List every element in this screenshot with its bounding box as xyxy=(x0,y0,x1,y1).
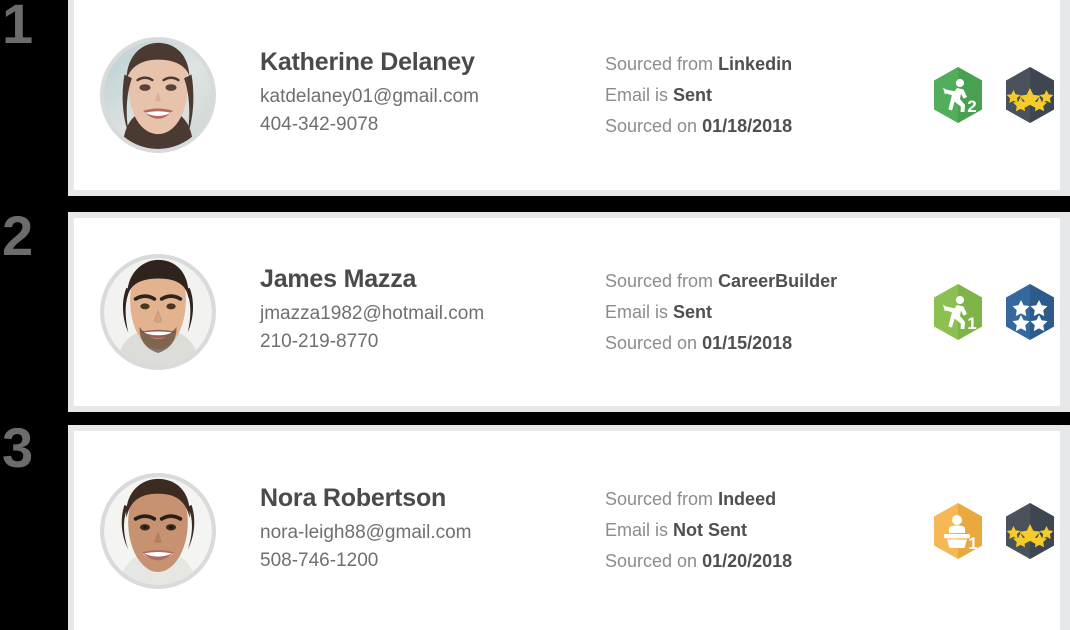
sourced-from-label: Sourced from xyxy=(605,53,714,74)
candidate-phone[interactable]: 404-342-9078 xyxy=(260,114,605,136)
running-person-hex-badge[interactable]: 1 xyxy=(927,281,989,343)
sourced-from-line: Sourced from Linkedin xyxy=(605,54,905,75)
badges: 2 xyxy=(927,64,1061,126)
email-status-line: Email is Sent xyxy=(605,85,905,106)
avatar-photo-nora-robertson xyxy=(104,476,212,585)
sourced-on-value: 01/20/2018 xyxy=(702,551,793,571)
candidate-name: Katherine Delaney xyxy=(260,48,475,76)
badge-count: 2 xyxy=(967,97,976,116)
sourced-from-value: CareerBuilder xyxy=(718,270,838,291)
avatar[interactable] xyxy=(100,472,216,589)
sourced-from-label: Sourced from xyxy=(605,270,714,291)
email-status-label: Email is xyxy=(605,520,669,540)
rank-number-1: 1 xyxy=(2,0,33,55)
rank-gutter: 1 2 3 xyxy=(0,0,68,630)
running-person-hex-badge[interactable]: 2 xyxy=(927,64,989,126)
email-status-label: Email is xyxy=(605,301,669,322)
sourced-on-value: 01/15/2018 xyxy=(702,332,793,353)
sourced-from-value: Indeed xyxy=(718,489,777,509)
five-star-hex-badge[interactable] xyxy=(999,500,1061,562)
sourcing-block: Sourced from CareerBuilder Email is Sent… xyxy=(605,271,905,354)
speaker-person-hex-badge[interactable]: 1 xyxy=(927,500,989,562)
five-star-hex-badge[interactable] xyxy=(999,64,1061,126)
candidate-email[interactable]: jmazza1982@hotmail.com xyxy=(260,303,605,325)
sourcing-block: Sourced from Indeed Email is Not Sent So… xyxy=(605,489,905,572)
sourced-on-label: Sourced on xyxy=(605,115,698,136)
avatar[interactable] xyxy=(100,254,216,370)
sourced-from-line: Sourced from CareerBuilder xyxy=(605,271,905,292)
sourced-on-line: Sourced on 01/15/2018 xyxy=(605,333,905,354)
email-status-label: Email is xyxy=(605,84,669,105)
sourced-on-line: Sourced on 01/20/2018 xyxy=(605,551,905,572)
candidate-card[interactable]: James Mazza jmazza1982@hotmail.com 210-2… xyxy=(68,212,1070,412)
candidate-list-screen: 1 2 3 Katherine Delaney katdelaney01@gma… xyxy=(0,0,1070,630)
sourced-from-line: Sourced from Indeed xyxy=(605,489,905,510)
sourced-from-value: Linkedin xyxy=(718,53,793,74)
sourced-from-label: Sourced from xyxy=(605,489,714,509)
email-status-line: Email is Not Sent xyxy=(605,520,905,541)
candidate-email[interactable]: katdelaney01@gmail.com xyxy=(260,86,605,108)
candidate-card[interactable]: Katherine Delaney katdelaney01@gmail.com… xyxy=(68,0,1070,196)
badges: 1 xyxy=(927,500,1061,562)
identity-block: Katherine Delaney katdelaney01@gmail.com… xyxy=(260,48,605,142)
avatar-photo-katherine-delaney xyxy=(104,41,212,149)
identity-block: Nora Robertson nora-leigh88@gmail.com 50… xyxy=(260,484,605,578)
rank-number-2: 2 xyxy=(2,204,33,267)
email-status-value: Sent xyxy=(673,301,713,322)
sourced-on-line: Sourced on 01/18/2018 xyxy=(605,116,905,137)
candidate-name: James Mazza xyxy=(260,265,417,293)
email-status-line: Email is Sent xyxy=(605,302,905,323)
candidate-phone[interactable]: 508-746-1200 xyxy=(260,550,605,572)
email-status-value: Sent xyxy=(673,84,713,105)
avatar-photo-james-mazza xyxy=(104,258,212,366)
sourcing-block: Sourced from Linkedin Email is Sent Sour… xyxy=(605,54,905,137)
rank-number-3: 3 xyxy=(2,416,33,479)
avatar[interactable] xyxy=(100,37,216,153)
sourced-on-label: Sourced on xyxy=(605,551,698,571)
sourced-on-value: 01/18/2018 xyxy=(702,115,793,136)
candidate-phone[interactable]: 210-219-8770 xyxy=(260,331,605,353)
badge-count: 1 xyxy=(968,534,977,553)
badge-count: 1 xyxy=(967,314,976,333)
email-status-value: Not Sent xyxy=(673,520,748,540)
candidate-email[interactable]: nora-leigh88@gmail.com xyxy=(260,522,605,544)
badges: 1 xyxy=(927,281,1061,343)
candidate-card[interactable]: Nora Robertson nora-leigh88@gmail.com 50… xyxy=(68,425,1070,630)
identity-block: James Mazza jmazza1982@hotmail.com 210-2… xyxy=(260,265,605,359)
candidate-name: Nora Robertson xyxy=(260,483,447,512)
four-star-hex-badge[interactable] xyxy=(999,281,1061,343)
sourced-on-label: Sourced on xyxy=(605,332,698,353)
